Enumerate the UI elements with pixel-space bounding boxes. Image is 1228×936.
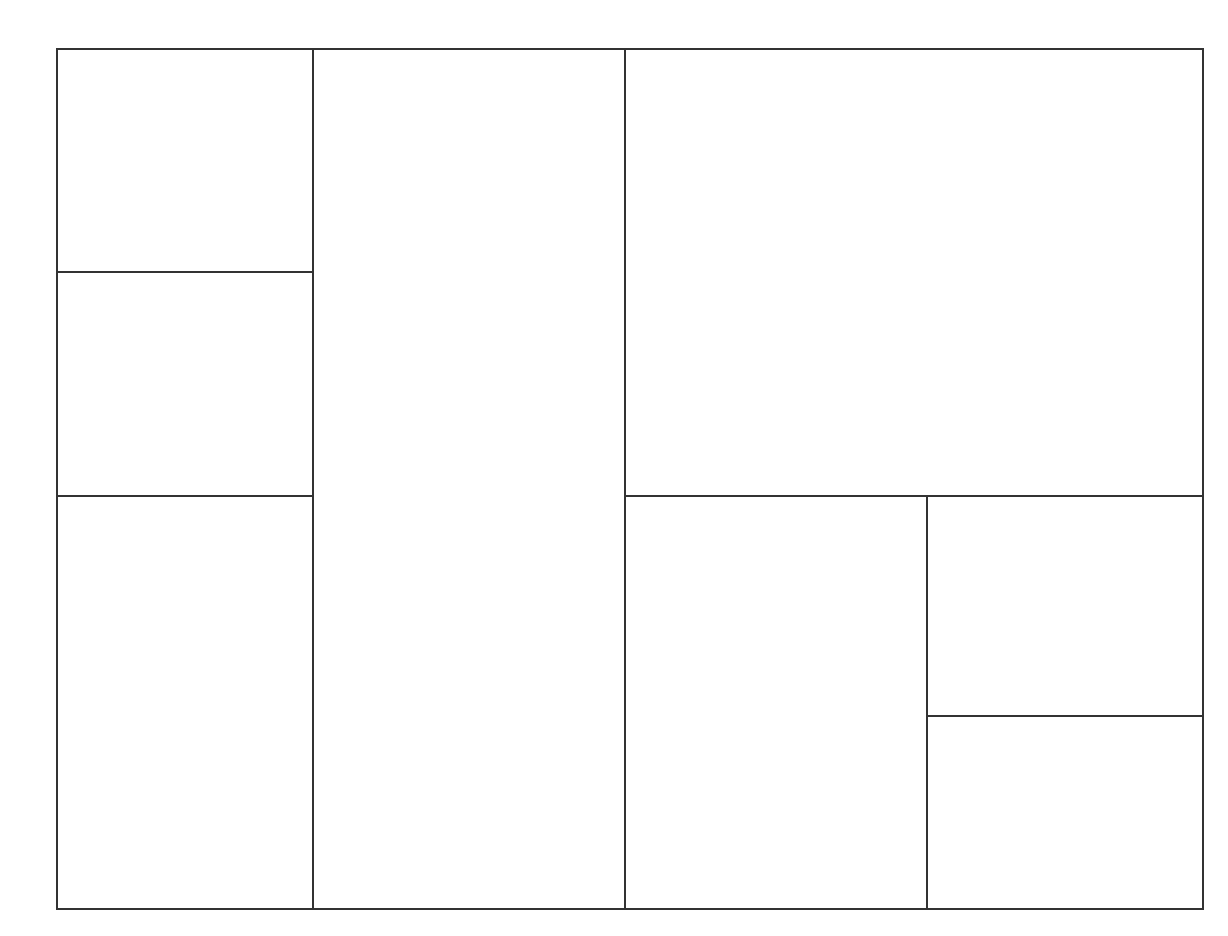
panel-top-left [56,48,314,273]
panel-bottom-mid-right [624,495,928,910]
panel-bottom-left [56,495,314,910]
panel-right-upper [926,495,1204,717]
panel-top-right [624,48,1204,497]
panel-center [312,48,626,910]
panel-right-lower [926,715,1204,910]
panel-mid-left [56,271,314,497]
